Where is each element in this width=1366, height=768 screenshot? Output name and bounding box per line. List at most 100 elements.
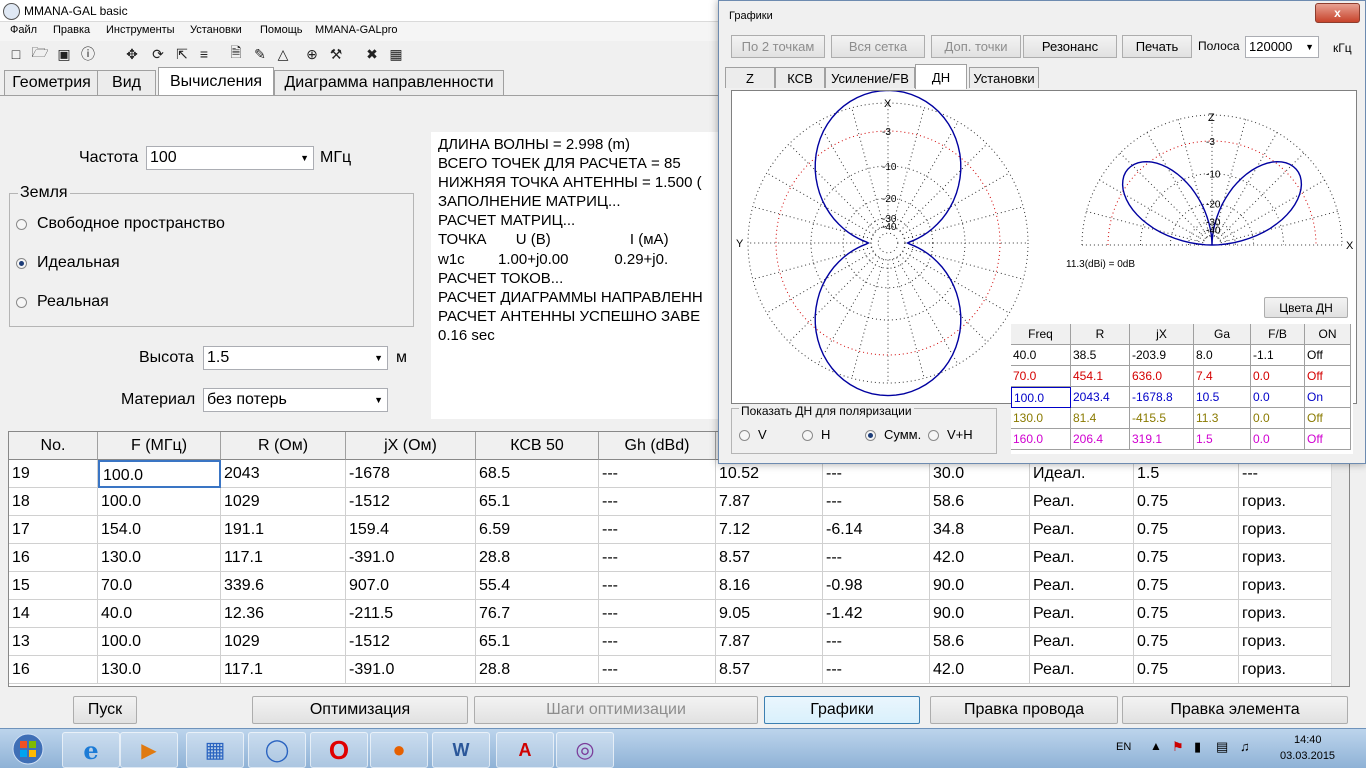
grid-cell[interactable]: 0.75 [1134, 488, 1239, 516]
table-cell[interactable]: 100.0 [1011, 387, 1071, 408]
tools-icon[interactable]: ✖ [364, 46, 380, 62]
grid-cell[interactable]: 13 [9, 628, 98, 656]
table-cell[interactable]: 206.4 [1071, 429, 1130, 450]
grid-cell[interactable]: гориз. [1239, 656, 1334, 684]
table-cell[interactable]: -1678.8 [1130, 387, 1194, 408]
table-cell[interactable]: -1.1 [1251, 345, 1305, 366]
table-cell[interactable]: 11.3 [1194, 408, 1251, 429]
grid-cell[interactable]: 76.7 [476, 600, 599, 628]
info-icon[interactable]: ⓘ [80, 46, 96, 62]
grid-cell[interactable]: 55.4 [476, 572, 599, 600]
grid-cell[interactable]: 90.0 [930, 572, 1030, 600]
tab-pattern[interactable]: Диаграмма направленности [274, 70, 504, 95]
grid-cell[interactable]: 117.1 [221, 544, 346, 572]
grid-cell[interactable]: Реал. [1030, 600, 1134, 628]
grid-cell[interactable]: 40.0 [98, 600, 221, 628]
tab-view[interactable]: Вид [97, 70, 156, 95]
grid-cell[interactable]: 34.8 [930, 516, 1030, 544]
grid-cell[interactable]: -211.5 [346, 600, 476, 628]
ground-free-radio[interactable] [16, 219, 27, 230]
table-cell[interactable]: 0.0 [1251, 387, 1305, 408]
tab-gain-fb[interactable]: Усиление/FB [825, 67, 915, 88]
run-button[interactable]: Пуск [73, 696, 137, 724]
grid-cell[interactable]: 1029 [221, 488, 346, 516]
grid-cell[interactable]: 70.0 [98, 572, 221, 600]
grid-cell[interactable]: 17 [9, 516, 98, 544]
table-cell[interactable]: -415.5 [1130, 408, 1194, 429]
table-cell[interactable]: 130.0 [1011, 408, 1071, 429]
target-icon[interactable]: ⊕ [304, 46, 320, 62]
band-combo[interactable]: 120000 ▼ [1245, 36, 1319, 58]
grid-scrollbar[interactable] [1331, 432, 1349, 686]
grid-cell[interactable]: -391.0 [346, 544, 476, 572]
grid-cell[interactable]: -1512 [346, 488, 476, 516]
new-file-icon[interactable]: □ [8, 46, 24, 62]
ground-ideal-radio[interactable] [16, 258, 27, 269]
grid-cell[interactable]: Реал. [1030, 488, 1134, 516]
grid-cell[interactable]: 16 [9, 656, 98, 684]
rotate-icon[interactable]: ⟳ [150, 46, 166, 62]
open-folder-icon[interactable]: 🗁 [31, 44, 48, 62]
triangle-icon[interactable]: △ [275, 46, 291, 62]
table-header[interactable]: jX [1130, 324, 1194, 345]
close-icon[interactable]: x [1315, 3, 1360, 23]
table-cell[interactable]: Off [1305, 366, 1351, 387]
table-cell[interactable]: On [1305, 387, 1351, 408]
table-cell[interactable]: 1.5 [1194, 429, 1251, 450]
polarization-vh-radio[interactable] [928, 430, 939, 441]
grid-cell[interactable]: 12.36 [221, 600, 346, 628]
grid-cell[interactable]: гориз. [1239, 488, 1334, 516]
table-header[interactable]: F/B [1251, 324, 1305, 345]
grid-cell[interactable]: --- [599, 544, 716, 572]
calculator-icon[interactable]: ▦ [388, 46, 404, 62]
firefox-icon[interactable]: ● [370, 732, 428, 768]
optimization-button[interactable]: Оптимизация [252, 696, 468, 724]
table-cell[interactable]: 8.0 [1194, 345, 1251, 366]
menu-tools[interactable]: Инструменты [106, 24, 175, 36]
grid-cell[interactable]: 8.16 [716, 572, 823, 600]
grid-cell[interactable]: 8.57 [716, 544, 823, 572]
grid-cell[interactable]: --- [823, 488, 930, 516]
grid-cell[interactable]: 154.0 [98, 516, 221, 544]
results-grid[interactable]: No. F (МГц) R (Ом) jX (Ом) КСВ 50 Gh (dB… [8, 431, 1350, 687]
grid-cell[interactable]: -1512 [346, 628, 476, 656]
grid-cell[interactable]: --- [599, 656, 716, 684]
table-cell[interactable]: 160.0 [1011, 429, 1071, 450]
grid-cell[interactable]: 117.1 [221, 656, 346, 684]
table-header[interactable]: R [1071, 324, 1130, 345]
tray-expand-icon[interactable]: ▲ [1150, 739, 1162, 753]
polarization-h-radio[interactable] [802, 430, 813, 441]
frequency-combo[interactable]: 100 ▼ [146, 146, 314, 170]
flag-icon[interactable]: ⚑ [1172, 739, 1184, 755]
grid-cell[interactable]: 19 [9, 460, 98, 488]
grid-cell[interactable]: --- [599, 600, 716, 628]
grid-cell[interactable]: 7.87 [716, 488, 823, 516]
resonance-button[interactable]: Резонанс [1023, 35, 1117, 58]
grid-cell[interactable]: -1678 [346, 460, 476, 488]
table-cell[interactable]: Off [1305, 345, 1351, 366]
table-cell[interactable]: 636.0 [1130, 366, 1194, 387]
grid-cell[interactable]: 90.0 [930, 600, 1030, 628]
table-cell[interactable]: 319.1 [1130, 429, 1194, 450]
file-manager-icon[interactable]: ▦ [186, 732, 244, 768]
grid-cell[interactable]: --- [599, 628, 716, 656]
grid-cell[interactable]: --- [599, 572, 716, 600]
table-cell[interactable]: 7.4 [1194, 366, 1251, 387]
grid-cell[interactable]: 191.1 [221, 516, 346, 544]
grid-cell[interactable]: --- [1239, 460, 1334, 488]
document-icon[interactable]: 🗎 [228, 44, 244, 62]
battery-icon[interactable]: ▮ [1194, 739, 1201, 755]
menu-file[interactable]: Файл [10, 24, 37, 36]
grid-cell[interactable]: 8.57 [716, 656, 823, 684]
grid-cell[interactable]: 1.5 [1134, 460, 1239, 488]
tab-calculation[interactable]: Вычисления [158, 67, 274, 95]
grid-cell[interactable]: 339.6 [221, 572, 346, 600]
language-indicator[interactable]: EN [1116, 741, 1131, 753]
grid-cell[interactable]: Реал. [1030, 628, 1134, 656]
grid-cell[interactable]: 100.0 [98, 628, 221, 656]
table-cell[interactable]: 10.5 [1194, 387, 1251, 408]
grid-cell[interactable]: 2043 [221, 460, 346, 488]
grid-cell[interactable]: 907.0 [346, 572, 476, 600]
opera-icon[interactable]: O [310, 732, 368, 768]
table-header[interactable]: ON [1305, 324, 1351, 345]
